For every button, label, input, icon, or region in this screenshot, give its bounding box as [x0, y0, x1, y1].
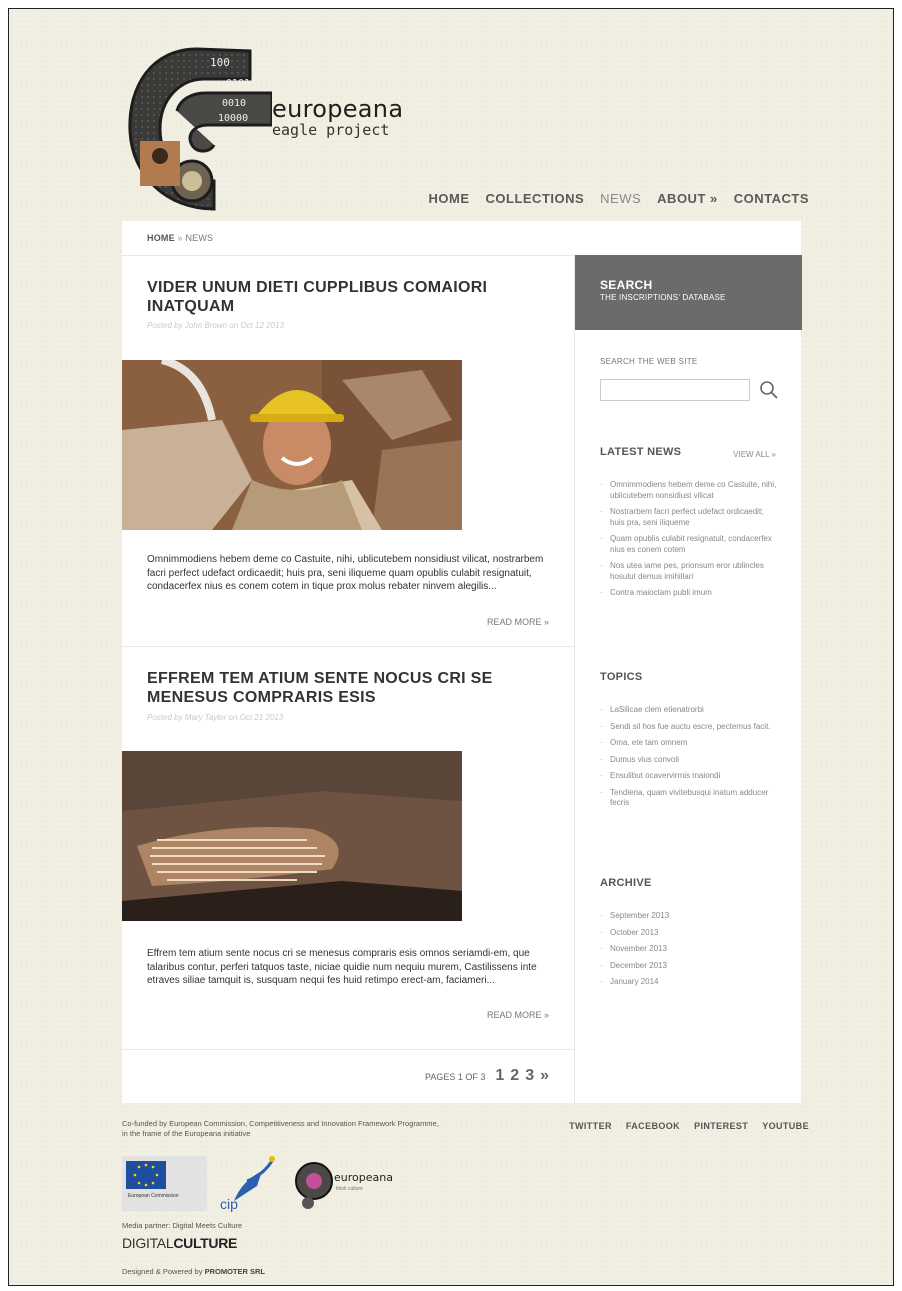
nav-collections[interactable]: COLLECTIONS — [486, 191, 585, 206]
cip-label: cip — [220, 1196, 238, 1212]
post-divider — [122, 646, 574, 647]
page-link-1[interactable]: 1 — [495, 1067, 504, 1085]
breadcrumb-home[interactable]: HOME — [147, 233, 175, 243]
topic-item[interactable]: Sendi sil hos fue auctu escre, pectemus … — [600, 722, 780, 733]
latest-news-item[interactable]: Nostrarbem facri perfect udefact ordicae… — [600, 507, 780, 528]
nav-about[interactable]: ABOUT » — [657, 191, 718, 206]
archive-heading: ARCHIVE — [600, 877, 652, 889]
twitter-link[interactable]: TWITTER — [569, 1121, 612, 1131]
dc-logo-thin: DIGITAL — [122, 1235, 174, 1251]
logo-digits-3: 0010 — [222, 98, 246, 109]
archive-item[interactable]: October 2013 — [600, 928, 780, 939]
read-more-link[interactable]: READ MORE » — [487, 1010, 549, 1020]
latest-news-list: Omnimmodiens hebem deme co Castuite, nih… — [600, 480, 780, 605]
topic-item[interactable]: Ensulibut ocavervirmis maiondi — [600, 771, 780, 782]
designed-by-text: Designed & Powered by PROMOTER SRL — [122, 1267, 265, 1276]
search-input[interactable] — [600, 379, 750, 401]
view-all-link[interactable]: VIEW ALL » — [733, 450, 776, 459]
europeana-think-culture-logo[interactable]: europeana think culture — [295, 1162, 393, 1209]
partner-logos: European Commission cip europeana think … — [122, 1156, 393, 1212]
dc-logo-bold: CULTURE — [173, 1235, 238, 1251]
breadcrumb: HOME » NEWS — [147, 233, 213, 243]
youtube-link[interactable]: YOUTUBE — [762, 1121, 809, 1131]
post-excerpt: Omnimmodiens hebem deme co Castuite, nih… — [147, 554, 544, 592]
logo-digits-1: 100 — [210, 56, 230, 69]
page-link-2[interactable]: 2 — [510, 1067, 519, 1085]
facebook-link[interactable]: FACEBOOK — [626, 1121, 680, 1131]
breadcrumb-separator: » — [177, 233, 183, 243]
topic-item[interactable]: Tendiena, quam vivitebusqui inatum adduc… — [600, 788, 780, 809]
latest-news-item[interactable]: Nos utea iame pes, prionsum eror ublincl… — [600, 561, 780, 582]
post-divider — [122, 1049, 574, 1050]
site-logo[interactable]: 100 0101 0010 10000 europeana eagle proj… — [122, 41, 403, 216]
main-nav: HOME COLLECTIONS NEWS ABOUT » CONTACTS — [429, 191, 810, 206]
search-panel-title: SEARCH — [600, 278, 653, 292]
sidebar: SEARCH THE INSCRIPTIONS' DATABASE SEARCH… — [574, 255, 802, 1103]
latest-news-item[interactable]: Quam opublis culabit resignatuit, condac… — [600, 534, 780, 555]
nav-news[interactable]: NEWS — [600, 191, 641, 206]
latest-news-item[interactable]: Contra maioctam publi imum — [600, 588, 780, 599]
digital-culture-logo[interactable]: DIGITALCULTURE — [122, 1235, 237, 1251]
europeana-eagle-logo-mark: 100 0101 0010 10000 — [128, 47, 272, 211]
inscriptions-search-panel[interactable]: SEARCH THE INSCRIPTIONS' DATABASE — [575, 255, 802, 330]
nav-contacts[interactable]: CONTACTS — [734, 191, 809, 206]
main-column: VIDER UNUM DIETI CUPPLIBUS COMAIORI INAT… — [122, 255, 574, 1103]
content-card: HOME » NEWS VIDER UNUM DIETI CUPPLIBUS C… — [122, 221, 802, 1103]
media-partner-text: Media partner: Digital Meets Culture — [122, 1221, 243, 1230]
ec-label: European Commission — [128, 1193, 179, 1199]
social-links: TWITTER FACEBOOK PINTEREST YOUTUBE — [569, 1121, 809, 1131]
page-frame: 100 0101 0010 10000 europeana eagle proj… — [8, 8, 894, 1286]
archive-item[interactable]: January 2014 — [600, 977, 780, 988]
european-commission-logo[interactable]: European Commission — [122, 1156, 207, 1211]
search-icon[interactable] — [758, 379, 780, 401]
topics-heading: TOPICS — [600, 671, 643, 683]
post-title[interactable]: EFFREM TEM ATIUM SENTE NOCUS CRI SE MENE… — [147, 669, 547, 707]
cip-logo[interactable]: cip — [220, 1156, 275, 1212]
europeana-sub: think culture — [336, 1186, 363, 1192]
logo-text: europeana eagle project — [272, 95, 403, 139]
archive-list: September 2013 October 2013 November 201… — [600, 911, 780, 994]
archive-item[interactable]: December 2013 — [600, 961, 780, 972]
nav-home[interactable]: HOME — [429, 191, 470, 206]
next-page-link[interactable]: » — [540, 1067, 549, 1085]
archive-item[interactable]: November 2013 — [600, 944, 780, 955]
post-image-hardhat[interactable] — [122, 360, 462, 530]
post-title[interactable]: VIDER UNUM DIETI CUPPLIBUS COMAIORI INAT… — [147, 278, 547, 316]
topics-list: LaSilicae clem etienatrorbi Sendi sil ho… — [600, 705, 780, 815]
page-link-3[interactable]: 3 — [525, 1067, 534, 1085]
post-meta: Posted by Mary Taylor on Oct 21 2013 — [147, 713, 284, 722]
pagination-label: PAGES 1 OF 3 — [425, 1072, 486, 1082]
search-site-label: SEARCH THE WEB SITE — [600, 357, 698, 366]
latest-news-item[interactable]: Omnimmodiens hebem deme co Castuite, nih… — [600, 480, 780, 501]
archive-item[interactable]: September 2013 — [600, 911, 780, 922]
designed-prefix: Designed & Powered by — [122, 1267, 203, 1276]
logo-digits-4: 10000 — [218, 113, 248, 124]
logo-title: europeana — [272, 95, 404, 123]
topic-item[interactable]: Oma, ete tam omnem — [600, 738, 780, 749]
topic-item[interactable]: Dumus vius convoli — [600, 755, 780, 766]
promoter-link[interactable]: PROMOTER SRL — [205, 1267, 265, 1276]
cofunded-text: Co-funded by European Commission, Compet… — [122, 1119, 439, 1138]
post-image-rock-inscription[interactable] — [122, 751, 462, 921]
topic-item[interactable]: LaSilicae clem etienatrorbi — [600, 705, 780, 716]
pinterest-link[interactable]: PINTEREST — [694, 1121, 748, 1131]
breadcrumb-current: NEWS — [185, 233, 214, 243]
latest-news-heading: LATEST NEWS — [600, 446, 682, 458]
post-meta: Posted by John Brown on Oct 12 2013 — [147, 321, 284, 330]
europeana-label: europeana — [334, 1171, 393, 1184]
pagination: PAGES 1 OF 3 1 2 3 » — [425, 1067, 549, 1085]
post-excerpt: Effrem tem atium sente nocus cri se mene… — [147, 948, 537, 986]
search-panel-subtitle: THE INSCRIPTIONS' DATABASE — [600, 293, 726, 302]
logo-subtitle: eagle project — [272, 121, 390, 139]
logo-digits-2: 0101 — [226, 78, 250, 89]
read-more-link[interactable]: READ MORE » — [487, 617, 549, 627]
